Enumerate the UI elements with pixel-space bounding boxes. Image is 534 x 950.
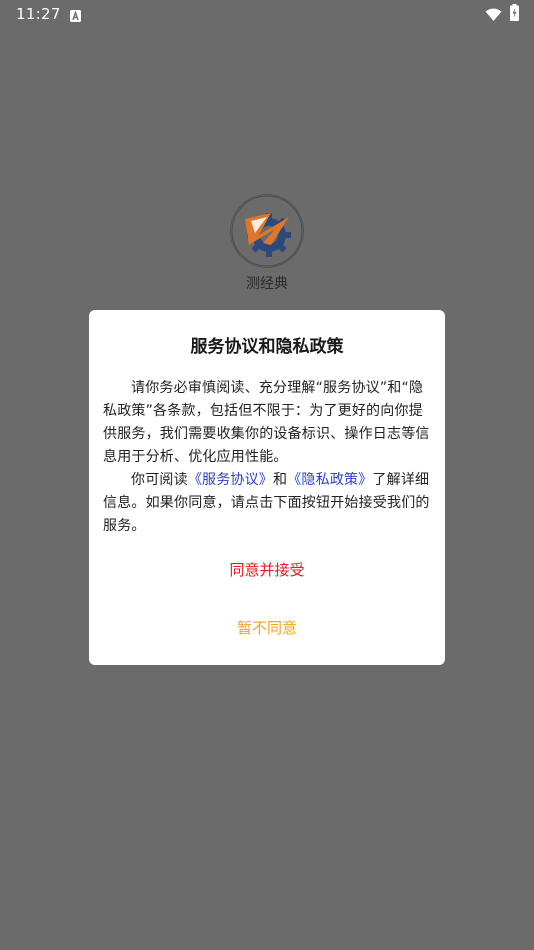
- battery-charging-icon: [510, 4, 519, 21]
- a-icon: [70, 7, 81, 22]
- agree-button[interactable]: 同意并接受: [189, 556, 345, 584]
- dialog-body: 请你务必审慎阅读、充分理解“服务协议”和“隐私政策”各条款，包括但不限于：为了更…: [103, 377, 433, 538]
- service-agreement-link[interactable]: 《服务协议》: [188, 472, 273, 488]
- wifi-icon: [485, 6, 502, 21]
- status-bar: 11:27: [0, 0, 534, 28]
- p2-prefix: 你可阅读: [131, 472, 188, 488]
- status-time: 11:27: [16, 5, 61, 23]
- p2-and: 和: [273, 472, 288, 488]
- app-name: 测经典: [246, 276, 288, 292]
- privacy-policy-link[interactable]: 《隐私政策》: [287, 472, 372, 488]
- app-logo-icon: [231, 195, 303, 267]
- dialog-paragraph-1: 请你务必审慎阅读、充分理解“服务协议”和“隐私政策”各条款，包括但不限于：为了更…: [103, 380, 430, 465]
- disagree-button[interactable]: 暂不同意: [189, 614, 345, 642]
- privacy-dialog: 服务协议和隐私政策 请你务必审慎阅读、充分理解“服务协议”和“隐私政策”各条款，…: [89, 310, 445, 665]
- dialog-paragraph-2: 你可阅读《服务协议》和《隐私政策》了解详细信息。如果你同意，请点击下面按钮开始接…: [103, 469, 433, 538]
- dialog-title: 服务协议和隐私政策: [190, 337, 344, 357]
